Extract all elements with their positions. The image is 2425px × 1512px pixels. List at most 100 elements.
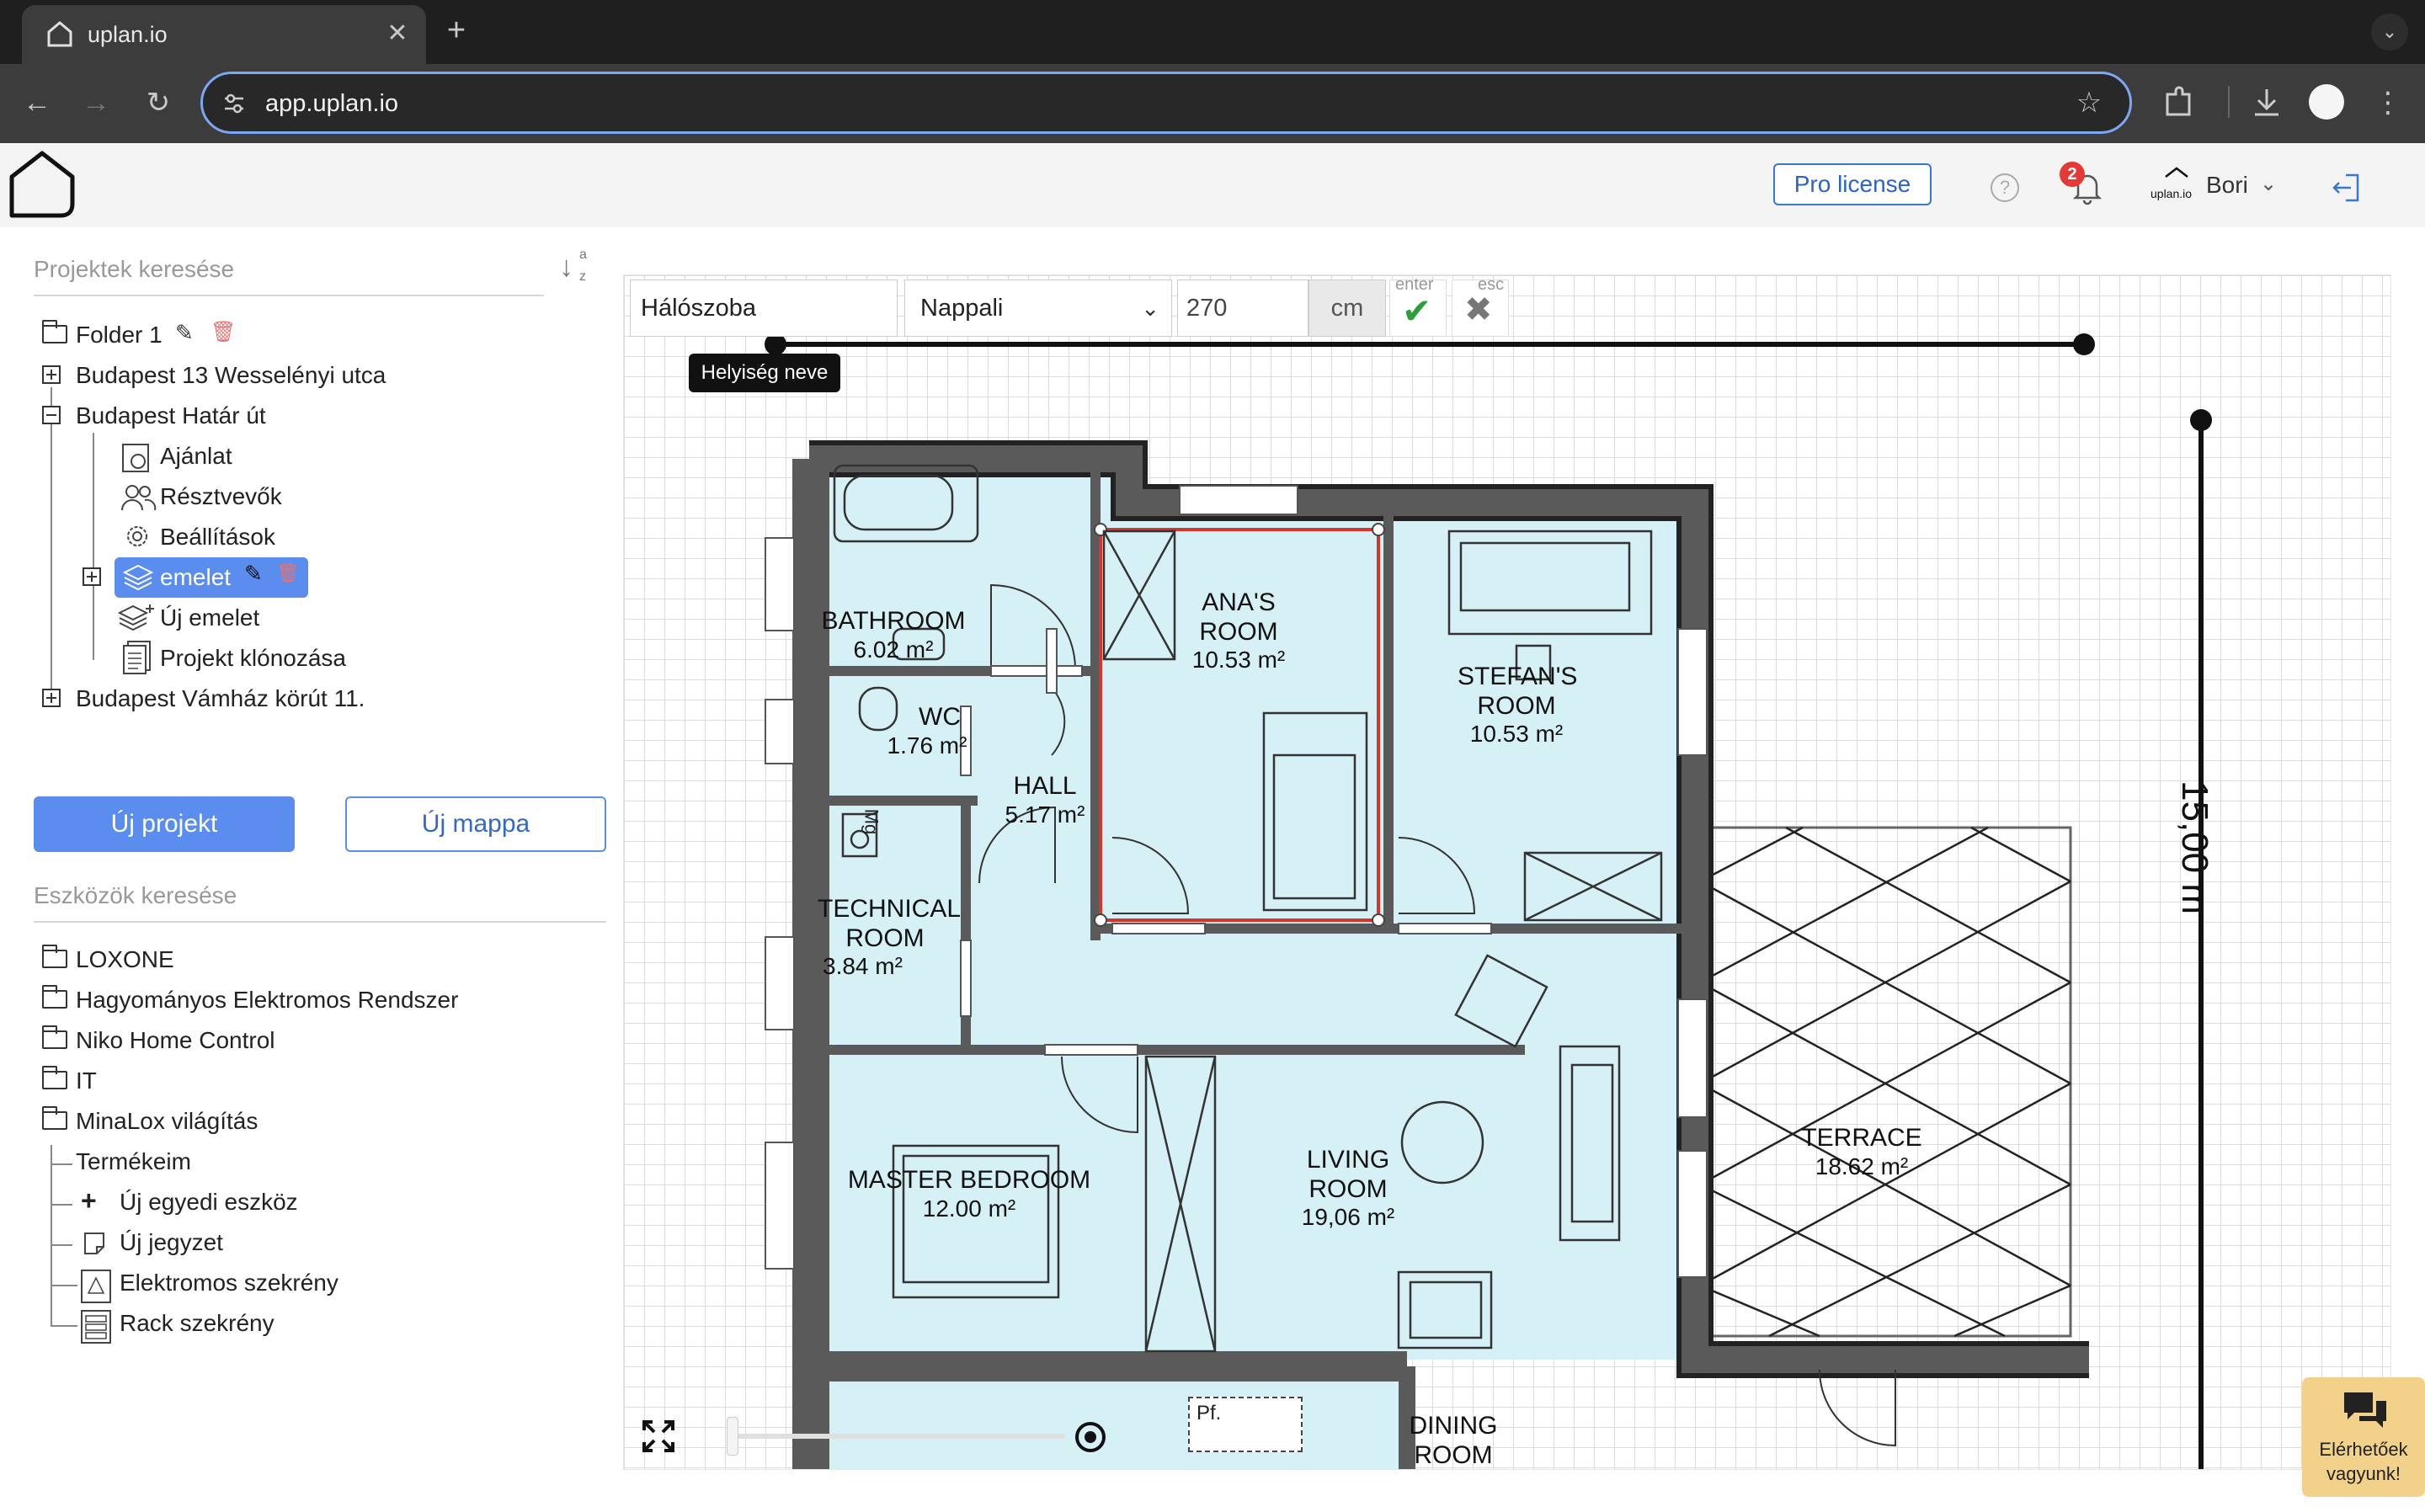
toolbar-divider bbox=[2228, 86, 2230, 118]
tree-item-resztvevok[interactable]: Résztvevők bbox=[160, 483, 282, 510]
plus-icon: + bbox=[81, 1185, 97, 1216]
chevron-down-icon: ⌄ bbox=[2381, 21, 2398, 42]
room-bathroom[interactable]: BATHROOM 6.02 m² bbox=[809, 607, 978, 663]
room-living-room[interactable]: LIVING ROOM 19,06 m² bbox=[1281, 1146, 1415, 1231]
tool-new-note[interactable]: Új jegyzet bbox=[120, 1229, 223, 1256]
trash-icon[interactable]: 🗑 bbox=[276, 562, 300, 584]
tree-item-emelet-label: emelet bbox=[160, 564, 232, 590]
tree-item-beallitasok[interactable]: Beállítások bbox=[160, 524, 275, 551]
room-technical[interactable]: TECHNICAL ROOM 3.84 m² bbox=[809, 895, 961, 980]
dimension-label: 15,00 m bbox=[2174, 780, 2215, 914]
offer-gear-doc-icon bbox=[122, 444, 149, 472]
sort-az-button[interactable]: ↓ a z bbox=[559, 248, 593, 291]
folder-icon bbox=[42, 1066, 67, 1089]
tree-item-new-floor[interactable]: Új emelet bbox=[160, 604, 259, 631]
new-project-button[interactable]: Új projekt bbox=[34, 796, 295, 852]
site-settings-icon[interactable] bbox=[221, 91, 247, 116]
help-icon[interactable]: ? bbox=[1991, 173, 2019, 202]
tree-project-wesselenyi[interactable]: Budapest 13 Wesselényi utca bbox=[76, 362, 386, 389]
layers-icon bbox=[122, 564, 154, 591]
edit-pencil-icon[interactable]: ✎ bbox=[244, 561, 263, 587]
trash-icon[interactable]: 🗑 bbox=[211, 320, 236, 344]
pf-box[interactable]: Pf. bbox=[1188, 1397, 1303, 1452]
browser-tab[interactable]: uplan.io ✕ bbox=[22, 5, 426, 64]
folder-icon bbox=[42, 320, 67, 343]
expand-icon[interactable] bbox=[42, 365, 61, 384]
tool-electrical-cabinet[interactable]: Elektromos szekrény bbox=[120, 1270, 338, 1296]
expand-icon[interactable] bbox=[42, 689, 61, 707]
close-tab-icon[interactable]: ✕ bbox=[377, 13, 418, 54]
profile-avatar[interactable] bbox=[2309, 84, 2344, 120]
cancel-button[interactable]: esc ✖ bbox=[1452, 275, 1509, 337]
tree-project-vamhaz[interactable]: Budapest Vámház körút 11. bbox=[76, 685, 365, 712]
room-stefans-room[interactable]: STEFAN'S ROOM 10.53 m² bbox=[1449, 663, 1584, 748]
room-dining-room[interactable]: DINING ROOM bbox=[1399, 1412, 1508, 1469]
edit-pencil-icon[interactable]: ✎ bbox=[175, 320, 194, 346]
electrical-cabinet-icon bbox=[81, 1270, 111, 1303]
tree-connector bbox=[51, 1244, 72, 1246]
user-menu-chevron-icon[interactable]: ⌄ bbox=[2260, 172, 2277, 196]
home-logo-icon[interactable] bbox=[7, 150, 77, 221]
sort-arrow-icon: ↓ bbox=[559, 251, 573, 283]
tree-item-clone[interactable]: Projekt klónozása bbox=[160, 645, 346, 672]
new-tab-icon[interactable]: + bbox=[436, 10, 477, 51]
tree-item-ajanlat[interactable]: Ajánlat bbox=[160, 443, 232, 470]
app-header bbox=[0, 143, 2425, 227]
new-folder-button[interactable]: Új mappa bbox=[345, 796, 606, 852]
more-menu-icon[interactable]: ⋮ bbox=[2368, 83, 2408, 123]
floorplan-canvas[interactable]: BATHROOM 6.02 m² ANA'S ROOM 10.53 m² STE… bbox=[623, 274, 2391, 1470]
folder-icon bbox=[42, 945, 67, 968]
room-type-select[interactable]: Nappali ⌄ bbox=[904, 280, 1172, 337]
note-icon bbox=[84, 1232, 104, 1254]
project-search-input[interactable]: Projektek keresése bbox=[34, 251, 544, 296]
tree-project-hatar[interactable]: Budapest Határ út bbox=[76, 402, 266, 429]
chat-widget[interactable]: Elérhetőek vagyunk! bbox=[2302, 1377, 2425, 1497]
url-text: app.uplan.io bbox=[265, 90, 399, 117]
bookmark-star-icon[interactable]: ☆ bbox=[2069, 83, 2109, 123]
tool-folder-traditional[interactable]: Hagyományos Elektromos Rendszer bbox=[76, 987, 458, 1014]
recenter-target-icon[interactable] bbox=[1074, 1420, 1107, 1454]
fullscreen-icon[interactable] bbox=[641, 1419, 676, 1454]
reload-icon[interactable]: ↻ bbox=[138, 83, 179, 123]
tab-search-button[interactable]: ⌄ bbox=[2371, 13, 2408, 51]
room-name-input[interactable]: Hálószoba bbox=[630, 280, 898, 337]
tool-my-products[interactable]: Termékeim bbox=[76, 1148, 191, 1175]
tool-search-input[interactable]: Eszközök keresése bbox=[34, 877, 606, 923]
room-wc[interactable]: WC 1.76 m² bbox=[877, 703, 978, 759]
new-floor-icon bbox=[118, 604, 154, 631]
notification-badge: 2 bbox=[2060, 162, 2085, 187]
chevron-down-icon: ⌄ bbox=[1141, 295, 1159, 321]
chat-line-1: Elérhetőek bbox=[2319, 1439, 2408, 1460]
collapse-icon[interactable] bbox=[42, 406, 61, 424]
tree-folder-1[interactable]: Folder 1 bbox=[76, 322, 163, 349]
room-hall[interactable]: HALL 5.17 m² bbox=[986, 772, 1104, 828]
back-icon[interactable]: ← bbox=[17, 83, 57, 123]
user-name[interactable]: Bori bbox=[2206, 172, 2248, 199]
tool-new-device[interactable]: Új egyedi eszköz bbox=[120, 1189, 298, 1216]
zoom-slider[interactable] bbox=[728, 1434, 1065, 1439]
zoom-slider-handle[interactable] bbox=[727, 1417, 738, 1456]
pro-license-button[interactable]: Pro license bbox=[1773, 163, 1932, 205]
tree-connector bbox=[51, 387, 52, 697]
logout-icon[interactable] bbox=[2329, 170, 2364, 205]
tool-folder-minalox[interactable]: MinaLox világítás bbox=[76, 1108, 258, 1135]
download-icon[interactable] bbox=[2248, 84, 2285, 121]
tool-folder-it[interactable]: IT bbox=[76, 1067, 97, 1094]
close-icon: ✖ bbox=[1464, 291, 1493, 328]
tool-rack-cabinet[interactable]: Rack szekrény bbox=[120, 1310, 274, 1337]
tree-item-emelet-selected[interactable]: emelet ✎ 🗑 bbox=[115, 557, 308, 598]
room-terrace[interactable]: TERRACE 18.62 m² bbox=[1777, 1124, 1946, 1180]
extensions-icon[interactable] bbox=[2161, 84, 2198, 121]
room-height-input[interactable]: 270 bbox=[1177, 280, 1308, 337]
expand-floor-icon[interactable] bbox=[83, 567, 101, 586]
folder-icon bbox=[42, 985, 67, 1009]
tool-folder-loxone[interactable]: LOXONE bbox=[76, 946, 174, 973]
address-bar[interactable]: app.uplan.io ☆ bbox=[200, 72, 2132, 134]
forward-icon[interactable]: → bbox=[76, 83, 116, 123]
room-anas-room[interactable]: ANA'S ROOM 10.53 m² bbox=[1163, 588, 1314, 673]
unit-addon: cm bbox=[1308, 280, 1386, 337]
room-master-bedroom[interactable]: MASTER BEDROOM 12.00 m² bbox=[843, 1166, 1095, 1222]
confirm-button[interactable]: enter ✔ bbox=[1389, 275, 1447, 337]
tool-folder-niko[interactable]: Niko Home Control bbox=[76, 1027, 275, 1054]
appliance-label: Mg bbox=[861, 808, 882, 835]
